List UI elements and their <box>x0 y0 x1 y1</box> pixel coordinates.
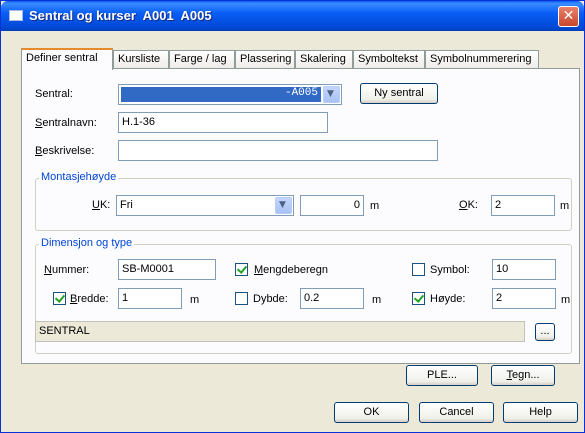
chevron-down-icon: ▼ <box>327 89 334 99</box>
mengdeberegn-label: Mengdeberegn <box>254 264 329 276</box>
tab-kursliste[interactable]: Kursliste <box>113 50 169 69</box>
symbol-label: Symbol: <box>430 264 470 276</box>
help-button[interactable]: Help <box>503 402 578 423</box>
window-icon <box>9 10 23 21</box>
tab-skalering[interactable]: Skalering <box>295 50 353 69</box>
dialog-window: Sentral og kurser A001 A005 ✕ Definer se… <box>0 0 585 433</box>
bredde-label: Bredde: <box>70 293 109 305</box>
symbol-input[interactable]: 10 <box>492 259 556 280</box>
dybde-label: Dybde: <box>253 293 288 305</box>
uk-value-input[interactable]: 0 <box>300 195 364 216</box>
mengdeberegn-checkbox[interactable] <box>235 263 248 276</box>
sentralnavn-input[interactable]: H.1-36 <box>118 112 328 133</box>
uk-select-value: Fri <box>120 199 133 211</box>
title-bar[interactable]: Sentral og kurser A001 A005 ✕ <box>1 1 584 31</box>
tab-definer-sentral[interactable]: Definer sentral <box>21 48 113 70</box>
tab-farge-lag[interactable]: Farge / lag <box>169 50 235 69</box>
sentral-dropdown-button[interactable]: ▼ <box>323 86 340 103</box>
sentral-label: Sentral: <box>35 88 73 100</box>
hoyde-checkbox[interactable] <box>412 292 425 305</box>
ok-button[interactable]: OK <box>334 402 409 423</box>
montasje-group-title: Montasjehøyde <box>39 171 119 183</box>
nummer-input[interactable]: SB-M0001 <box>118 259 216 280</box>
uk-dropdown-button[interactable]: ▼ <box>275 197 292 214</box>
tegn-button[interactable]: Tegn... <box>491 365 555 386</box>
ny-sentral-label: Ny sentral <box>374 87 424 99</box>
tab-panel-definer-sentral: Sentral: -A005 ▼ Ny sentral Sentralnavn:… <box>21 68 580 386</box>
window-title: Sentral og kurser A001 A005 <box>29 8 212 23</box>
uk-label: UK: <box>92 199 111 211</box>
tab-symbolnummerering[interactable]: Symbolnummerering <box>425 50 539 69</box>
dybde-checkbox[interactable] <box>235 292 248 305</box>
sentralnavn-label: Sentralnavn: <box>35 117 97 129</box>
hoyde-label: Høyde: <box>430 293 466 305</box>
ok-unit-label: m <box>560 200 570 212</box>
cancel-button[interactable]: Cancel <box>419 402 494 423</box>
sentral-select-value: -A005 <box>121 87 321 102</box>
ok-value-input[interactable]: 2 <box>491 195 555 216</box>
nummer-label: Nummer: <box>44 264 90 276</box>
ny-sentral-button[interactable]: Ny sentral <box>360 83 438 104</box>
uk-unit-label: m <box>370 200 380 212</box>
ok-label: OK: <box>459 199 478 211</box>
bredde-input[interactable]: 1 <box>118 288 182 309</box>
hoyde-input[interactable]: 2 <box>492 288 556 309</box>
ple-button[interactable]: PLE... <box>406 365 478 386</box>
dybde-input[interactable]: 0.2 <box>300 288 364 309</box>
hoyde-unit-label: m <box>561 294 571 306</box>
uk-select[interactable]: Fri ▼ <box>116 195 294 216</box>
bredde-unit-label: m <box>190 294 200 306</box>
beskrivelse-input[interactable] <box>118 140 438 161</box>
bredde-checkbox[interactable] <box>53 292 66 305</box>
browse-button[interactable]: ... <box>535 323 555 341</box>
dimensjon-group-title: Dimensjon og type <box>39 237 135 249</box>
type-readonly-field: SENTRAL <box>35 321 525 342</box>
sentral-select[interactable]: -A005 ▼ <box>118 84 342 105</box>
close-button[interactable]: ✕ <box>558 6 579 27</box>
tab-symboltekst[interactable]: Symboltekst <box>353 50 425 69</box>
dybde-unit-label: m <box>372 294 382 306</box>
tab-plassering[interactable]: Plassering <box>235 50 295 69</box>
beskrivelse-label: Beskrivelse: <box>35 145 95 157</box>
chevron-down-icon: ▼ <box>279 200 286 210</box>
symbol-checkbox[interactable] <box>412 263 425 276</box>
